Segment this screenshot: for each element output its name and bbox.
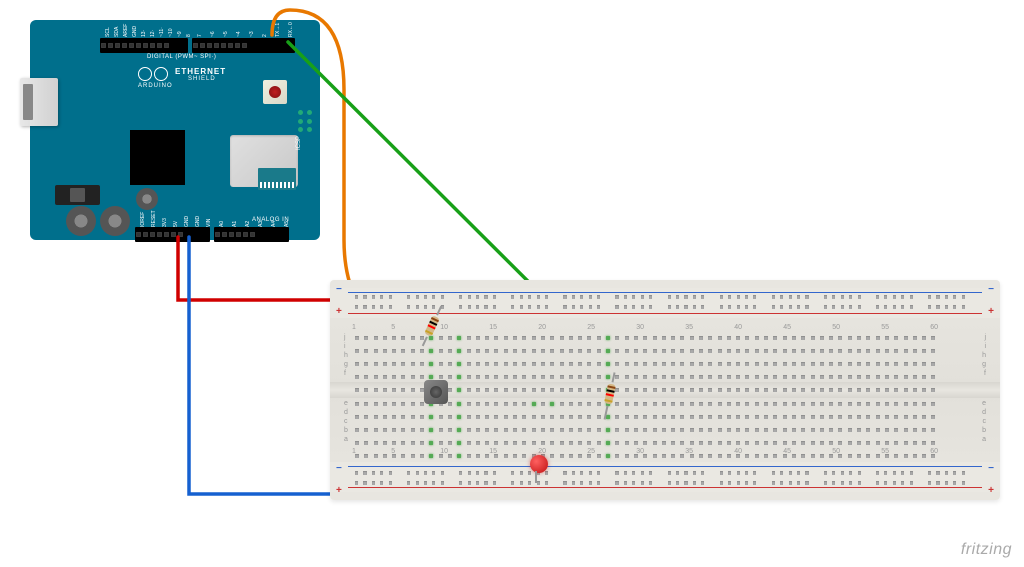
red-led bbox=[530, 455, 550, 475]
capacitor bbox=[66, 206, 96, 236]
icsp-header bbox=[298, 110, 314, 134]
ethernet-port bbox=[20, 78, 58, 126]
power-switch bbox=[55, 185, 100, 205]
shield-name-bottom: SHIELD bbox=[188, 76, 216, 82]
arduino-ethernet-shield: SCL SDA AREF GND 13· 12· ~11· ~10 ~9 8 7… bbox=[30, 20, 320, 240]
shield-name-top: ETHERNET bbox=[175, 67, 226, 76]
capacitor bbox=[136, 188, 158, 210]
digital-label: DIGITAL (PWM~ SPI·) bbox=[147, 54, 216, 60]
analog-label: ANALOG IN bbox=[252, 217, 289, 223]
fritzing-watermark: fritzing bbox=[961, 541, 1012, 559]
arduino-logo-icon bbox=[138, 67, 168, 82]
wire-5v-red bbox=[178, 237, 345, 300]
wire-gnd-blue bbox=[189, 237, 345, 494]
ethernet-controller-chip bbox=[130, 130, 185, 185]
icsp-label: ICSP bbox=[296, 136, 302, 150]
reset-button bbox=[263, 80, 287, 104]
brand-label: ARDUINO bbox=[138, 83, 173, 89]
digital-pins-right bbox=[192, 38, 295, 53]
analog-pins bbox=[214, 227, 289, 242]
power-pins bbox=[135, 227, 210, 242]
pushbutton bbox=[422, 378, 450, 406]
capacitor bbox=[100, 206, 130, 236]
sd-connector bbox=[258, 168, 296, 190]
digital-pins-left bbox=[100, 38, 188, 53]
